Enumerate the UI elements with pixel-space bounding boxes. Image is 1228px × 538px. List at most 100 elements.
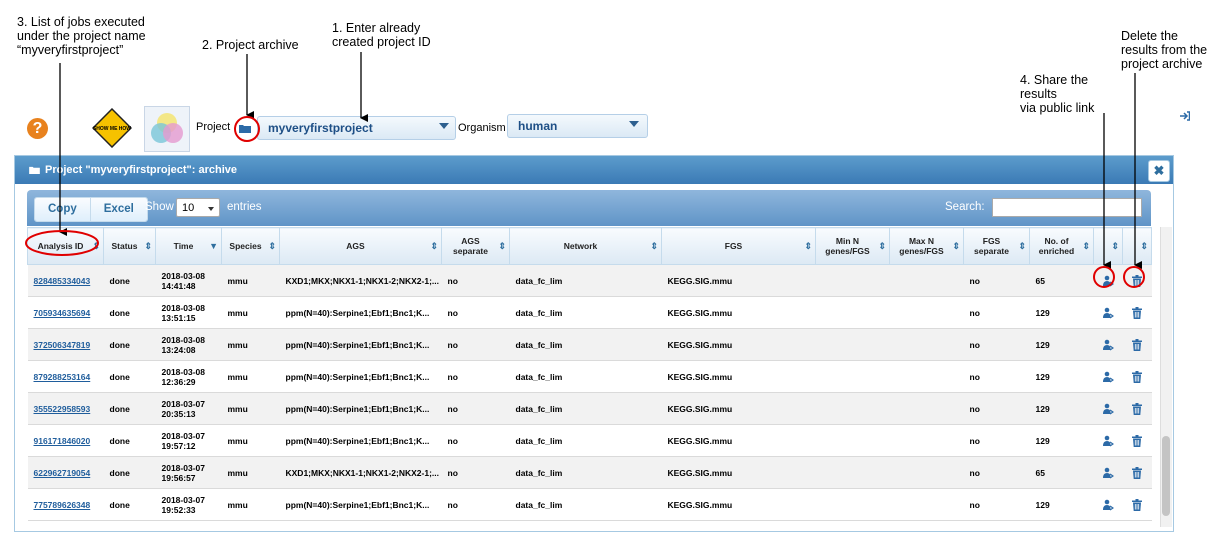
share-link-icon[interactable]: [1102, 307, 1114, 319]
scrollbar-thumb[interactable]: [1162, 436, 1170, 516]
analysis-id-link[interactable]: 705934635694: [34, 308, 91, 318]
organism-select[interactable]: human: [507, 114, 648, 138]
trash-icon[interactable]: [1132, 306, 1142, 319]
chevron-down-icon: [208, 207, 214, 211]
excel-button[interactable]: Excel: [89, 198, 147, 221]
col-status[interactable]: Status ⇕: [103, 227, 156, 265]
analysis-id-link[interactable]: 879288253164: [34, 372, 91, 382]
sort-icon: ⇕: [1018, 241, 1026, 251]
sort-icon: ⇕: [92, 241, 100, 251]
page-length-value: 10: [182, 202, 195, 214]
folder-icon: [29, 166, 40, 174]
time-cell: 2018-03-07 20:35:13: [155, 392, 222, 425]
project-select[interactable]: myveryfirstproject: [257, 116, 456, 140]
trash-icon[interactable]: [1132, 402, 1142, 415]
trash-icon[interactable]: [1132, 338, 1142, 351]
fgs-separate-cell: no: [963, 456, 1030, 489]
trash-icon[interactable]: [1132, 466, 1142, 479]
col-share[interactable]: ⇕: [1093, 227, 1123, 265]
trash-icon[interactable]: [1132, 370, 1142, 383]
sort-icon: ⇕: [952, 241, 960, 251]
fgs-cell: KEGG.SIG.mmu: [661, 264, 816, 297]
ags-cell: ppm(N=40):Serpine1;Ebf1;Bnc1;K...: [279, 328, 442, 361]
analysis-id-link[interactable]: 622962719054: [34, 468, 91, 478]
time-cell: 2018-03-07 19:57:12: [155, 424, 222, 457]
col-min-n[interactable]: Min N genes/FGS ⇕: [815, 227, 890, 265]
enriched-cell: 129: [1029, 488, 1094, 521]
annotation-delete: Delete the results from the project arch…: [1121, 29, 1208, 71]
analysis-id-link[interactable]: 828485334043: [34, 276, 91, 286]
fgs-separate-cell: no: [963, 488, 1030, 521]
network-cell: data_fc_lim: [509, 456, 662, 489]
search-input[interactable]: [992, 198, 1142, 217]
network-cell: data_fc_lim: [509, 264, 662, 297]
col-fgs[interactable]: FGS ⇕: [661, 227, 816, 265]
logout-icon[interactable]: [1180, 111, 1190, 121]
col-network[interactable]: Network ⇕: [509, 227, 662, 265]
copy-button[interactable]: Copy: [35, 198, 90, 221]
project-archive-icon[interactable]: [239, 124, 251, 133]
fgs-cell: KEGG.SIG.mmu: [661, 456, 816, 489]
fgs-separate-cell: no: [963, 392, 1030, 425]
share-link-icon[interactable]: [1102, 435, 1114, 447]
max-n-cell: [889, 456, 964, 489]
table-toolbar: Copy Excel Show 10 entries Search:: [27, 190, 1151, 226]
status-cell: done: [103, 424, 156, 457]
help-icon[interactable]: ?: [27, 118, 48, 139]
share-link-icon[interactable]: [1102, 371, 1114, 383]
analysis-id-link[interactable]: 916171846020: [34, 436, 91, 446]
col-species[interactable]: Species ⇕: [221, 227, 280, 265]
sort-icon: ⇕: [144, 241, 152, 251]
close-icon[interactable]: ✖: [1148, 160, 1170, 182]
fgs-cell: KEGG.SIG.mmu: [661, 392, 816, 425]
table-row: 622962719054 done 2018-03-07 19:56:57 mmu…: [27, 456, 1152, 489]
min-n-cell: [815, 296, 890, 329]
page-length-select[interactable]: 10: [176, 198, 220, 217]
share-link-icon[interactable]: [1102, 339, 1114, 351]
col-max-n[interactable]: Max N genes/FGS ⇕: [889, 227, 964, 265]
table-row: 775789626348 done 2018-03-07 19:52:33 mmu…: [27, 488, 1152, 521]
max-n-cell: [889, 392, 964, 425]
fgs-separate-cell: no: [963, 328, 1030, 361]
enriched-cell: 129: [1029, 392, 1094, 425]
col-analysis-id[interactable]: Analysis ID ⇕: [27, 227, 104, 265]
status-cell: done: [103, 488, 156, 521]
show-me-how-icon[interactable]: SHOW ME HOW: [92, 108, 132, 148]
enriched-cell: 65: [1029, 264, 1094, 297]
share-link-icon[interactable]: [1102, 467, 1114, 479]
search-label: Search:: [945, 201, 985, 213]
col-ags-separate[interactable]: AGS separate ⇕: [441, 227, 510, 265]
col-no-enriched[interactable]: No. of enriched ⇕: [1029, 227, 1094, 265]
col-delete[interactable]: ⇕: [1122, 227, 1152, 265]
share-link-icon[interactable]: [1102, 403, 1114, 415]
fgs-cell: KEGG.SIG.mmu: [661, 488, 816, 521]
enriched-cell: 129: [1029, 360, 1094, 393]
species-cell: mmu: [221, 456, 280, 489]
annotation-enter-id: 1. Enter already created project ID: [332, 21, 431, 49]
share-link-icon[interactable]: [1102, 499, 1114, 511]
dialog-titlebar[interactable]: Project "myveryfirstproject": archive ✖: [15, 156, 1173, 184]
status-cell: done: [103, 392, 156, 425]
fgs-separate-cell: no: [963, 360, 1030, 393]
col-fgs-separate[interactable]: FGS separate ⇕: [963, 227, 1030, 265]
ags-cell: KXD1;MKX;NKX1-1;NKX1-2;NKX2-1;...: [279, 456, 442, 489]
sort-icon: ⇕: [878, 241, 886, 251]
time-cell: 2018-03-08 13:24:08: [155, 328, 222, 361]
project-label: Project: [196, 121, 231, 133]
trash-icon[interactable]: [1132, 498, 1142, 511]
organism-label: Organism: [458, 122, 506, 134]
col-ags[interactable]: AGS ⇕: [279, 227, 442, 265]
min-n-cell: [815, 328, 890, 361]
analysis-id-link[interactable]: 372506347819: [34, 340, 91, 350]
share-link-icon[interactable]: [1102, 275, 1114, 287]
trash-icon[interactable]: [1132, 434, 1142, 447]
analysis-id-link[interactable]: 355522958593: [34, 404, 91, 414]
species-cell: mmu: [221, 296, 280, 329]
time-cell: 2018-03-08 14:41:48: [155, 264, 222, 297]
table-row: 355522958593 done 2018-03-07 20:35:13 mmu…: [27, 392, 1152, 425]
analysis-id-link[interactable]: 775789626348: [34, 500, 91, 510]
max-n-cell: [889, 360, 964, 393]
col-time[interactable]: Time ▼: [155, 227, 222, 265]
trash-icon[interactable]: [1132, 274, 1142, 287]
venn-diagram-icon[interactable]: [144, 106, 190, 152]
